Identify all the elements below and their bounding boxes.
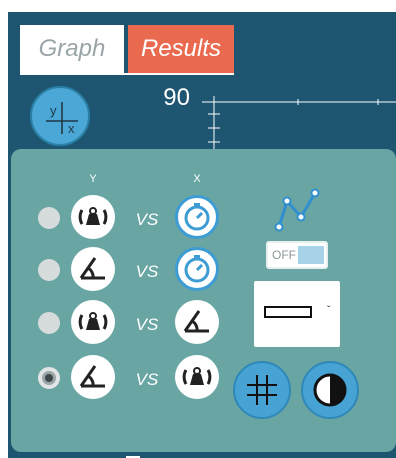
scale-weight-icon — [78, 312, 108, 330]
row-1-x-option[interactable] — [175, 195, 219, 239]
contrast-button[interactable] — [301, 361, 359, 419]
axis-icon: y x — [46, 102, 78, 136]
stopwatch-icon — [184, 255, 210, 283]
graph-settings-panel: Y X VS VS VS VS OFF ˇ — [11, 149, 396, 452]
row-4-radio-selected[interactable] — [38, 367, 60, 389]
axis-selector-button[interactable]: y x — [30, 86, 90, 146]
angle-icon — [79, 365, 105, 388]
row-3-radio[interactable] — [38, 312, 60, 334]
column-y-header: Y — [89, 173, 97, 185]
stopwatch-icon — [184, 203, 210, 231]
row-1-y-option[interactable] — [71, 195, 115, 239]
row-3-vs: VS — [135, 315, 159, 334]
row-3-x-option[interactable] — [175, 300, 219, 344]
row-2-vs: VS — [135, 262, 159, 281]
column-x-header: X — [193, 173, 201, 185]
scale-weight-icon — [182, 367, 212, 385]
line-graph-icon[interactable] — [273, 187, 321, 233]
rectangle-line-icon — [264, 306, 312, 318]
contrast-icon — [313, 373, 347, 407]
row-2-x-option[interactable] — [175, 247, 219, 291]
line-style-dropdown[interactable]: ˇ — [254, 281, 340, 347]
angle-icon — [79, 257, 105, 280]
app-window: Graph Results y x 90 Y X VS VS VS VS OFF… — [8, 12, 396, 458]
grid-icon — [247, 375, 277, 405]
row-4-y-option[interactable] — [71, 355, 115, 399]
chevron-down-icon: ˇ — [327, 305, 331, 316]
toggle-knob — [298, 246, 324, 264]
tab-graph[interactable]: Graph — [20, 25, 124, 73]
row-4-vs: VS — [135, 370, 159, 389]
angle-icon — [183, 310, 209, 333]
points-toggle[interactable]: OFF — [266, 241, 328, 269]
row-2-y-option[interactable] — [71, 247, 115, 291]
row-1-vs: VS — [135, 210, 159, 229]
tab-underline — [20, 73, 234, 75]
row-2-radio[interactable] — [38, 259, 60, 281]
toggle-label: OFF — [272, 248, 296, 262]
scale-weight-icon — [78, 207, 108, 225]
tab-results[interactable]: Results — [128, 25, 234, 73]
axis-y-label: y — [50, 103, 57, 118]
axis-max-value: 90 — [163, 84, 190, 111]
axis-x-label: x — [68, 121, 75, 136]
row-3-y-option[interactable] — [71, 300, 115, 344]
grid-button[interactable] — [233, 361, 291, 419]
row-1-radio[interactable] — [38, 207, 60, 229]
row-4-x-option[interactable] — [175, 355, 219, 399]
axis-ruler — [202, 96, 396, 156]
